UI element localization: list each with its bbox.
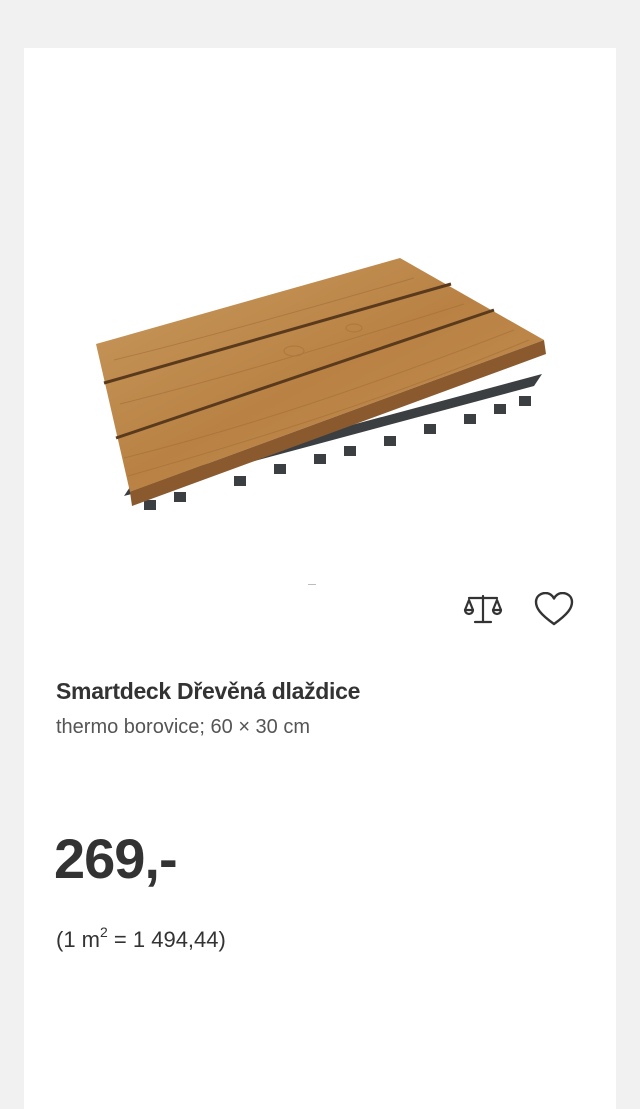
carousel-indicator[interactable] (308, 584, 316, 585)
product-card[interactable]: Smartdeck Dřevěná dlaždice thermo borovi… (24, 48, 616, 1109)
unit-price-rest: = 1 494,44) (107, 927, 226, 952)
product-price: 269,- (54, 827, 178, 890)
unit-price-open: (1 m (56, 927, 100, 952)
heart-icon (534, 591, 574, 633)
product-subtitle: thermo borovice; 60 × 30 cm (56, 716, 311, 738)
product-title[interactable]: Smartdeck Dřevěná dlaždice (56, 678, 360, 705)
unit-price-exponent: 2 (100, 924, 108, 940)
scale-icon (463, 592, 503, 633)
product-image[interactable] (24, 48, 616, 628)
compare-button[interactable] (461, 590, 505, 634)
unit-price: (1 m2 = 1 494,44) (56, 924, 226, 953)
wishlist-button[interactable] (532, 590, 576, 634)
